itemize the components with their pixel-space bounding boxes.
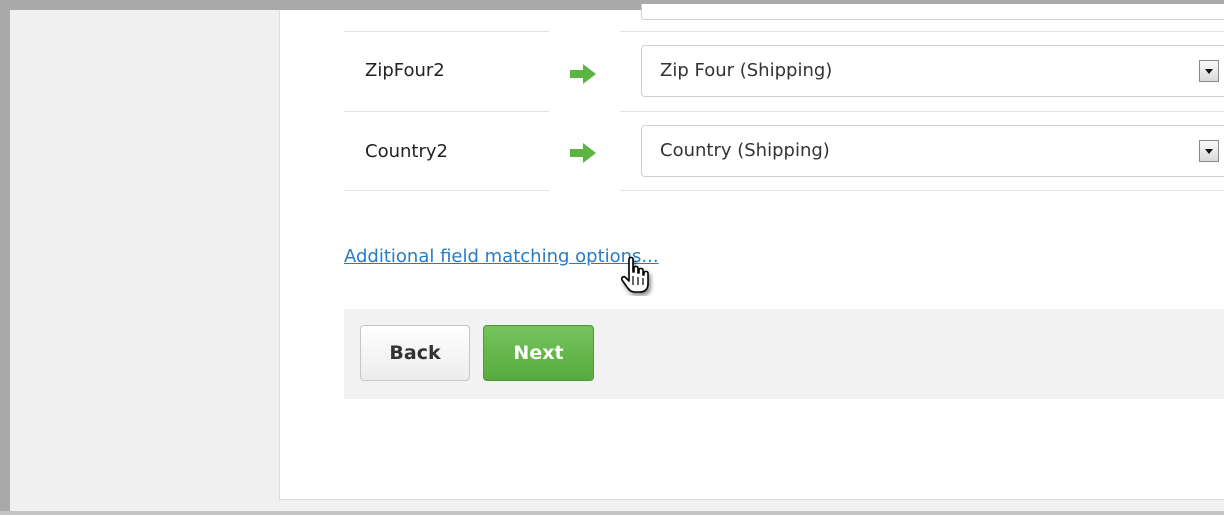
target-field-select[interactable]: Zip Four (Shipping) [641,45,1224,97]
source-field-name: ZipFour2 [365,60,445,81]
select-value: Country (Shipping) [660,140,830,161]
green-right-arrow-icon [570,64,596,84]
row-divider [344,190,549,191]
previous-target-select[interactable] [641,4,1224,20]
row-divider [620,111,1224,112]
additional-field-matching-link[interactable]: Additional field matching options... [344,246,659,267]
row-divider [620,190,1224,191]
target-field-select[interactable]: Country (Shipping) [641,125,1224,177]
row-divider [620,31,1224,32]
dropdown-arrow-icon[interactable] [1199,60,1219,82]
window-frame: ZipFour2 Zip Four (Shipping) Country2 Co… [0,0,1224,515]
field-mapping-panel: ZipFour2 Zip Four (Shipping) Country2 Co… [279,4,1224,500]
select-value: Zip Four (Shipping) [660,60,833,81]
hand-pointer-icon [620,256,649,293]
green-right-arrow-icon [570,143,596,163]
wizard-button-bar: Back Next [344,309,1224,399]
source-field-name: Country2 [365,141,448,162]
back-button[interactable]: Back [360,325,470,381]
window-left-border [0,0,10,515]
dropdown-arrow-icon[interactable] [1199,140,1219,162]
row-divider [344,31,549,32]
row-divider [344,111,549,112]
window-bottom-border [0,511,1224,515]
next-button[interactable]: Next [483,325,594,381]
